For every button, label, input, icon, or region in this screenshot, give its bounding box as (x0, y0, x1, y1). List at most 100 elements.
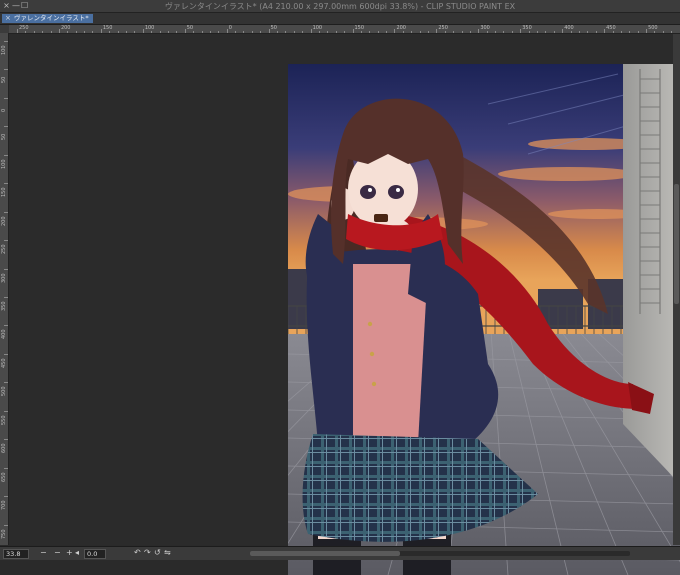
ruler-minor-tick (495, 31, 496, 33)
horizontal-scroll-thumb[interactable] (250, 551, 400, 556)
ruler-minor-tick (579, 31, 580, 33)
ruler-minor-tick (134, 31, 135, 33)
rotate-right-button[interactable]: ↷ (144, 548, 151, 558)
ruler-tick (4, 411, 8, 412)
ruler-label: 200 (61, 25, 71, 31)
fit-icon[interactable]: ◂ (75, 548, 79, 558)
eye-left (360, 185, 376, 199)
ruler-minor-tick (109, 31, 110, 33)
ruler-tick (4, 468, 8, 469)
ruler-minor-tick (235, 31, 236, 33)
stairwell-wall (623, 64, 680, 484)
reset-rotation-button[interactable]: ↺ (154, 548, 161, 558)
horizontal-ruler[interactable]: 2502001501005005010015020025030035040045… (9, 25, 680, 34)
ruler-tick (4, 297, 8, 298)
ruler-label: 700 (1, 501, 7, 511)
ruler-tick (17, 29, 18, 33)
ruler-label: 150 (1, 188, 7, 198)
zoom-out-button[interactable]: − (40, 548, 47, 558)
ruler-minor-tick (25, 31, 26, 33)
ruler-minor-tick (126, 31, 127, 33)
ruler-minor-tick (529, 31, 530, 33)
ruler-tick (185, 29, 186, 33)
ruler-minor-tick (344, 31, 345, 33)
ruler-label: 0 (229, 25, 232, 31)
horizontal-scrollbar[interactable] (250, 551, 630, 556)
ruler-tick (4, 155, 8, 156)
ruler-minor-tick (420, 31, 421, 33)
ruler-tick (604, 29, 605, 33)
ruler-minor-tick (621, 31, 622, 33)
illustration-canvas[interactable] (288, 64, 680, 575)
eye-right (388, 185, 404, 199)
rotation-input[interactable]: 0.0 (84, 549, 106, 559)
zoom-in-button[interactable]: + (66, 548, 73, 558)
ruler-label: 100 (1, 159, 7, 169)
ruler-label: 250 (1, 245, 7, 255)
ruler-tick (520, 29, 521, 33)
ruler-label: 300 (1, 273, 7, 283)
illustration (288, 64, 680, 575)
ruler-minor-tick (587, 31, 588, 33)
ruler-label: 50 (1, 77, 7, 83)
ruler-minor-tick (571, 31, 572, 33)
ruler-label: 350 (1, 301, 7, 311)
ruler-minor-tick (613, 31, 614, 33)
ruler-tick (4, 98, 8, 99)
ruler-label: 500 (648, 25, 658, 31)
tab-document[interactable]: × ヴァレンタインイラスト* (2, 14, 93, 23)
vertical-scrollbar[interactable] (673, 34, 680, 545)
ruler-minor-tick (160, 31, 161, 33)
ruler-minor-tick (210, 31, 211, 33)
ruler-tick (269, 29, 270, 33)
ruler-tick (4, 212, 8, 213)
ruler-label: 200 (1, 216, 7, 226)
ruler-minor-tick (34, 31, 35, 33)
ruler-label: 250 (438, 25, 448, 31)
ruler-tick (59, 29, 60, 33)
ruler-label: 150 (103, 25, 113, 31)
ruler-minor-tick (596, 31, 597, 33)
ruler-minor-tick (554, 31, 555, 33)
chocolate (374, 214, 388, 222)
vertical-scroll-thumb[interactable] (674, 184, 679, 304)
ruler-tick (4, 69, 8, 70)
ruler-minor-tick (671, 31, 672, 33)
ruler-minor-tick (67, 31, 68, 33)
ruler-minor-tick (654, 31, 655, 33)
ruler-tick (143, 29, 144, 33)
rotate-left-button[interactable]: ↶ (134, 548, 141, 558)
ruler-label: 400 (1, 330, 7, 340)
ruler-label: 100 (313, 25, 323, 31)
ruler-tick (562, 29, 563, 33)
ruler-tick (227, 29, 228, 33)
zoom-input[interactable]: 33.8 (3, 549, 29, 559)
ruler-minor-tick (378, 31, 379, 33)
ruler-minor-tick (512, 31, 513, 33)
ruler-minor-tick (176, 31, 177, 33)
ruler-minor-tick (638, 31, 639, 33)
ruler-minor-tick (243, 31, 244, 33)
ruler-minor-tick (327, 31, 328, 33)
status-bar: 33.8 − − + ◂ 0.0 ↶ ↷ ↺ ⇋ (0, 546, 680, 560)
flip-horizontal-button[interactable]: ⇋ (164, 548, 171, 558)
ruler-minor-tick (302, 31, 303, 33)
ruler-label: 0 (1, 109, 7, 112)
ruler-minor-tick (453, 31, 454, 33)
ruler-tick (4, 126, 8, 127)
canvas-workspace[interactable] (9, 34, 680, 545)
ruler-minor-tick (92, 31, 93, 33)
ruler-label: 100 (145, 25, 155, 31)
ruler-tick (4, 354, 8, 355)
ruler-minor-tick (84, 31, 85, 33)
ruler-tick (436, 29, 437, 33)
ruler-minor-tick (386, 31, 387, 33)
zoom-out-icon[interactable]: − (54, 548, 61, 558)
ruler-label: 450 (606, 25, 616, 31)
ruler-tick (394, 29, 395, 33)
ruler-minor-tick (260, 31, 261, 33)
ruler-minor-tick (462, 31, 463, 33)
vertical-ruler[interactable]: 1005005010015020025030035040045050055060… (0, 33, 9, 545)
ruler-minor-tick (537, 31, 538, 33)
tab-close-icon[interactable]: × (5, 14, 11, 23)
